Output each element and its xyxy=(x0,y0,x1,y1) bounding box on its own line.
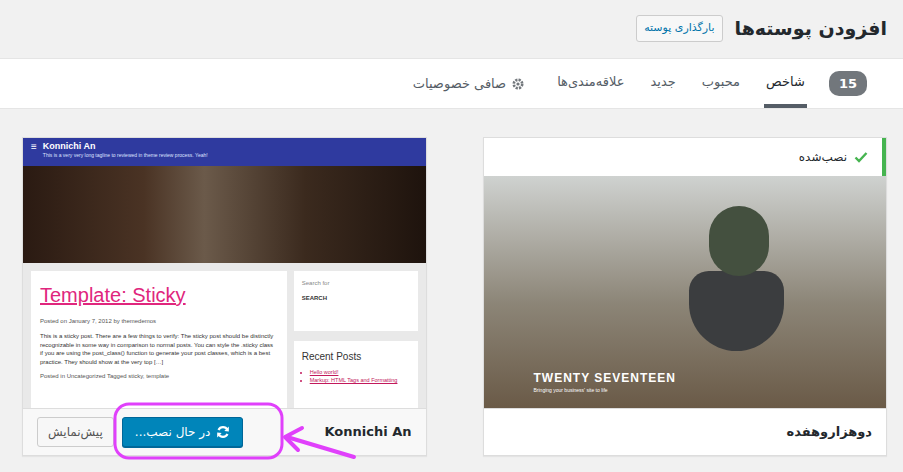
theme-name: Konnichi An xyxy=(324,422,411,442)
post-meta: Posted on January 7, 2012 by themedemos xyxy=(40,317,278,326)
preview-sidebar: Search for SEARCH Recent Posts Hello world!… xyxy=(294,271,418,408)
theme-screenshot[interactable]: ≡ Konnichi AnThis is a very very long tag… xyxy=(23,138,426,408)
recent-post-link: Markup: HTML Tags and Formatting xyxy=(310,376,410,384)
filter-tab-label: شاخص xyxy=(766,72,805,92)
preview-post: Template: Sticky Posted on January 7, 201… xyxy=(31,271,287,408)
theme-screenshot[interactable]: نصب‌شده TWENTY SEVENTEENBringing your bus… xyxy=(484,138,887,408)
theme-card: نصب‌شده TWENTY SEVENTEENBringing your bus… xyxy=(483,137,888,456)
theme-footer: دوهزاروهفده xyxy=(484,408,887,455)
widget-title: Recent Posts xyxy=(302,349,410,364)
menu-icon: ≡ xyxy=(31,141,37,153)
search-widget: Search for SEARCH xyxy=(294,271,418,331)
recent-widget: Recent Posts Hello world!Markup: HTML Tag… xyxy=(294,341,418,408)
filter-tab[interactable]: علاقه‌مندی‌ها xyxy=(555,59,626,108)
install-label: در حال نصب... xyxy=(135,423,211,441)
spinner-icon xyxy=(216,425,230,439)
installed-notice: نصب‌شده xyxy=(484,138,887,176)
preview-tagline: This is a very very long tagline to revi… xyxy=(43,152,208,159)
count-wrap: 15 xyxy=(829,59,867,108)
feature-filter[interactable]: صافی خصوصیات xyxy=(413,59,525,108)
check-icon xyxy=(854,151,868,163)
gear-icon xyxy=(511,77,525,91)
post-excerpt: This is a sticky post. There are a few t… xyxy=(40,332,278,366)
preview-button[interactable]: پیش‌نمایش xyxy=(37,417,114,447)
preview-branding: Konnichi AnThis is a very very long tagl… xyxy=(43,141,208,159)
theme-photo: TWENTY SEVENTEENBringing your business' … xyxy=(484,176,887,408)
theme-actions: در حال نصب... پیش‌نمایش xyxy=(37,417,243,447)
filter-tab-label: علاقه‌مندی‌ها xyxy=(557,72,624,92)
preview-body: Template: Sticky Posted on January 7, 201… xyxy=(23,263,426,408)
preview-site-title: TWENTY SEVENTEEN xyxy=(534,369,676,387)
recent-post-link: Hello world! xyxy=(310,368,410,376)
plant-shape xyxy=(709,206,769,276)
feature-filter-label: صافی خصوصیات xyxy=(413,74,506,94)
search-button: SEARCH xyxy=(302,294,410,303)
recent-list: Hello world!Markup: HTML Tags and Format… xyxy=(302,368,410,384)
preview-tagline: Bringing your business' site to life xyxy=(534,387,676,395)
photo-caption: TWENTY SEVENTEENBringing your business' … xyxy=(534,369,676,395)
preview-hero xyxy=(23,166,426,263)
filter-tab-label: جدید xyxy=(651,72,676,92)
theme-card: ≡Konnichi AnThis is a very very long tag… xyxy=(22,137,427,456)
theme-grid: نصب‌شده TWENTY SEVENTEENBringing your bus… xyxy=(0,137,903,456)
annotation-highlight xyxy=(0,0,903,472)
filter-tab[interactable]: شاخص xyxy=(764,59,807,108)
post-title: Template: Sticky xyxy=(40,283,278,307)
theme-footer: Konnichi An در حال نصب... پیش‌نمایش xyxy=(23,408,426,455)
preview-site-title: Konnichi An xyxy=(43,141,208,152)
pot-shape xyxy=(689,271,784,351)
theme-count: 15 xyxy=(829,71,867,97)
installed-label: نصب‌شده xyxy=(799,148,847,166)
search-label: Search for xyxy=(302,279,410,288)
filter-tab-label: محبوب xyxy=(702,72,740,92)
post-footer: Posted in Uncategorized Tagged sticky, t… xyxy=(40,372,278,381)
preview-header: ≡ Konnichi AnThis is a very very long tag… xyxy=(23,138,426,166)
theme-name: دوهزاروهفده xyxy=(787,422,872,442)
filter-tab[interactable]: جدید xyxy=(649,59,678,108)
page-header: افزودن پوسته‌ها بارگذاری پوسته xyxy=(0,0,903,48)
filter-bar: 15 شاخص محبوب جدید علاقه‌مندی‌ها صافی خصوصیات xyxy=(0,58,903,109)
upload-theme-button[interactable]: بارگذاری پوسته xyxy=(636,15,722,42)
install-button[interactable]: در حال نصب... xyxy=(122,417,244,447)
filter-tab[interactable]: محبوب xyxy=(700,59,742,108)
page-title: افزودن پوسته‌ها xyxy=(735,14,887,43)
